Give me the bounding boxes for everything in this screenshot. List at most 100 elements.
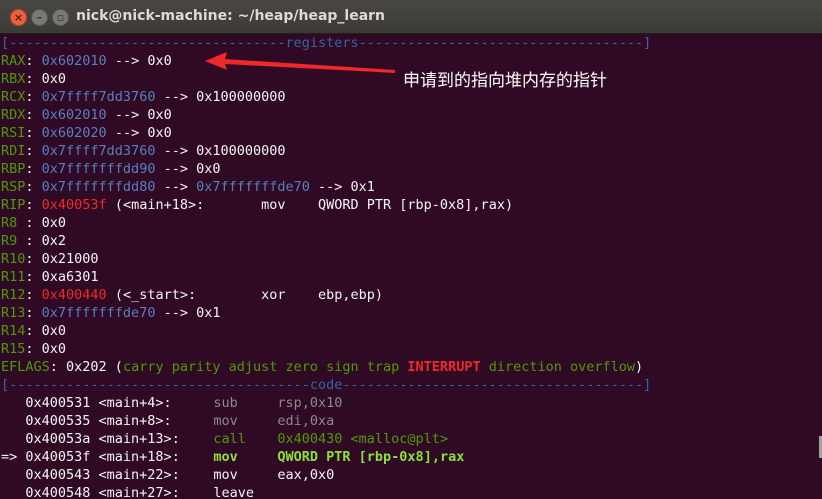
register-separator: :	[25, 197, 42, 213]
register-deref: --> 0x0	[106, 125, 172, 141]
register-separator: :	[25, 107, 42, 123]
code-mnemonic: call	[213, 431, 246, 447]
register-value: 0x21000	[41, 251, 99, 267]
maximize-icon[interactable]: ▫	[52, 9, 69, 26]
register-name: R11	[1, 269, 26, 285]
register-line: RIP: 0x40053f (<main+18>: mov QWORD PTR …	[1, 196, 513, 214]
register-value: 0x7ffff7dd3760	[41, 143, 156, 159]
code-operands: edi,0xa	[277, 413, 335, 429]
register-separator: :	[25, 305, 42, 321]
code-operands: 0x400430 <malloc@plt>	[277, 431, 449, 447]
register-line: R11: 0xa6301	[1, 268, 99, 286]
register-name: R8	[1, 215, 18, 231]
code-current-marker	[1, 413, 25, 429]
register-line: RBX: 0x0	[1, 70, 66, 88]
register-name: RDI	[1, 143, 26, 159]
eflags-set-flag: INTERRUPT	[407, 359, 481, 375]
register-line: RDI: 0x7ffff7dd3760 --> 0x100000000	[1, 142, 286, 160]
code-mnemonic: leave	[213, 485, 255, 499]
eflags-flags: carry parity adjust zero sign trap	[122, 359, 408, 375]
register-value: 0x0	[41, 215, 67, 231]
register-value: 0x0	[41, 323, 67, 339]
register-name: R14	[1, 323, 26, 339]
code-mnemonic: mov	[213, 449, 238, 465]
register-line: RDX: 0x602010 --> 0x0	[1, 106, 172, 124]
register-separator: :	[25, 161, 42, 177]
register-separator: :	[25, 287, 42, 303]
code-operands: QWORD PTR [rbp-0x8],rax	[277, 449, 465, 465]
terminal-content[interactable]: [----------------------------------regis…	[0, 34, 822, 499]
register-name: R9	[1, 233, 18, 249]
register-separator: :	[25, 251, 42, 267]
title-bar[interactable]: × – ▫ nick@nick-machine: ~/heap/heap_lea…	[0, 0, 822, 34]
code-header: [-------------------------------------co…	[1, 377, 652, 393]
code-mnemonic: mov	[213, 413, 238, 429]
register-name: RDX	[1, 107, 26, 123]
register-deref: (<_start>: xor ebp,ebp)	[106, 287, 384, 303]
code-current-marker: =>	[1, 449, 26, 465]
code-address: 0x400531 <main+4>:	[25, 395, 172, 411]
register-deref: -->	[155, 179, 197, 195]
register-deref: --> 0x0	[106, 53, 172, 69]
register-separator: :	[25, 89, 42, 105]
register-line: R15: 0x0	[1, 340, 66, 358]
register-line: R13: 0x7fffffffde70 --> 0x1	[1, 304, 220, 322]
register-name: R13	[1, 305, 26, 321]
code-line: 0x400543 <main+22>: mov eax,0x0	[1, 466, 334, 484]
register-name: RAX	[1, 53, 26, 69]
register-deref: --> 0x100000000	[155, 89, 286, 105]
code-current-marker	[1, 395, 25, 411]
eflags-value: : 0x202 (	[49, 359, 123, 375]
register-line: R12: 0x400440 (<_start>: xor ebp,ebp)	[1, 286, 383, 304]
register-deref: --> 0x100000000	[155, 143, 286, 159]
code-current-marker	[1, 485, 25, 499]
register-separator: :	[25, 341, 42, 357]
annotation-arrow-icon	[205, 52, 395, 73]
eflags-flags-after: direction overflow	[480, 359, 636, 375]
register-value: 0x40053f	[41, 197, 107, 213]
register-separator: :	[25, 143, 42, 159]
register-name: RCX	[1, 89, 26, 105]
minimize-icon[interactable]: –	[31, 9, 48, 26]
code-line: 0x400535 <main+8>: mov edi,0xa	[1, 412, 334, 430]
register-deref: (<main+18>: mov QWORD PTR [rbp-0x8],rax)	[106, 197, 514, 213]
close-icon[interactable]: ×	[10, 9, 27, 26]
register-deref: --> 0x0	[106, 107, 172, 123]
code-current-marker	[1, 431, 25, 447]
code-address: 0x400548 <main+27>:	[25, 485, 180, 499]
register-line: RAX: 0x602010 --> 0x0	[1, 52, 172, 70]
register-value: 0x2	[41, 233, 67, 249]
register-value: 0x602020	[41, 125, 107, 141]
register-line: RCX: 0x7ffff7dd3760 --> 0x100000000	[1, 88, 286, 106]
register-deref: --> 0x0	[155, 161, 221, 177]
register-deref-value: --> 0x1	[309, 179, 375, 195]
register-line: R8 : 0x0	[1, 214, 66, 232]
register-line: RSP: 0x7fffffffdd80 --> 0x7fffffffde70 -…	[1, 178, 375, 196]
code-address: 0x400535 <main+8>:	[25, 413, 172, 429]
register-value: 0x7fffffffdd80	[41, 179, 156, 195]
register-name: R15	[1, 341, 26, 357]
register-value: 0x602010	[41, 53, 107, 69]
register-separator: :	[25, 53, 42, 69]
register-name: RSP	[1, 179, 26, 195]
register-name: R10	[1, 251, 26, 267]
register-value: 0x602010	[41, 107, 107, 123]
code-line: 0x400548 <main+27>: leave	[1, 484, 277, 499]
register-name: R12	[1, 287, 26, 303]
register-value: 0x7ffff7dd3760	[41, 89, 156, 105]
register-separator: :	[17, 215, 42, 231]
code-address: 0x40053a <main+13>:	[25, 431, 180, 447]
code-operands: eax,0x0	[277, 467, 335, 483]
register-deref: --> 0x1	[155, 305, 221, 321]
eflags-close: )	[635, 359, 644, 375]
register-value: 0x7fffffffde70	[41, 305, 156, 321]
terminal-window: × – ▫ nick@nick-machine: ~/heap/heap_lea…	[0, 0, 822, 499]
code-address: 0x40053f <main+18>:	[25, 449, 180, 465]
code-address: 0x400543 <main+22>:	[25, 467, 180, 483]
code-line: => 0x40053f <main+18>: mov QWORD PTR [rbp-…	[1, 448, 464, 466]
code-mnemonic: mov	[213, 467, 238, 483]
window-title: nick@nick-machine: ~/heap/heap_learn	[76, 8, 386, 24]
register-line: RBP: 0x7fffffffdd90 --> 0x0	[1, 160, 220, 178]
register-separator: :	[25, 179, 42, 195]
register-value: 0x0	[41, 71, 67, 87]
